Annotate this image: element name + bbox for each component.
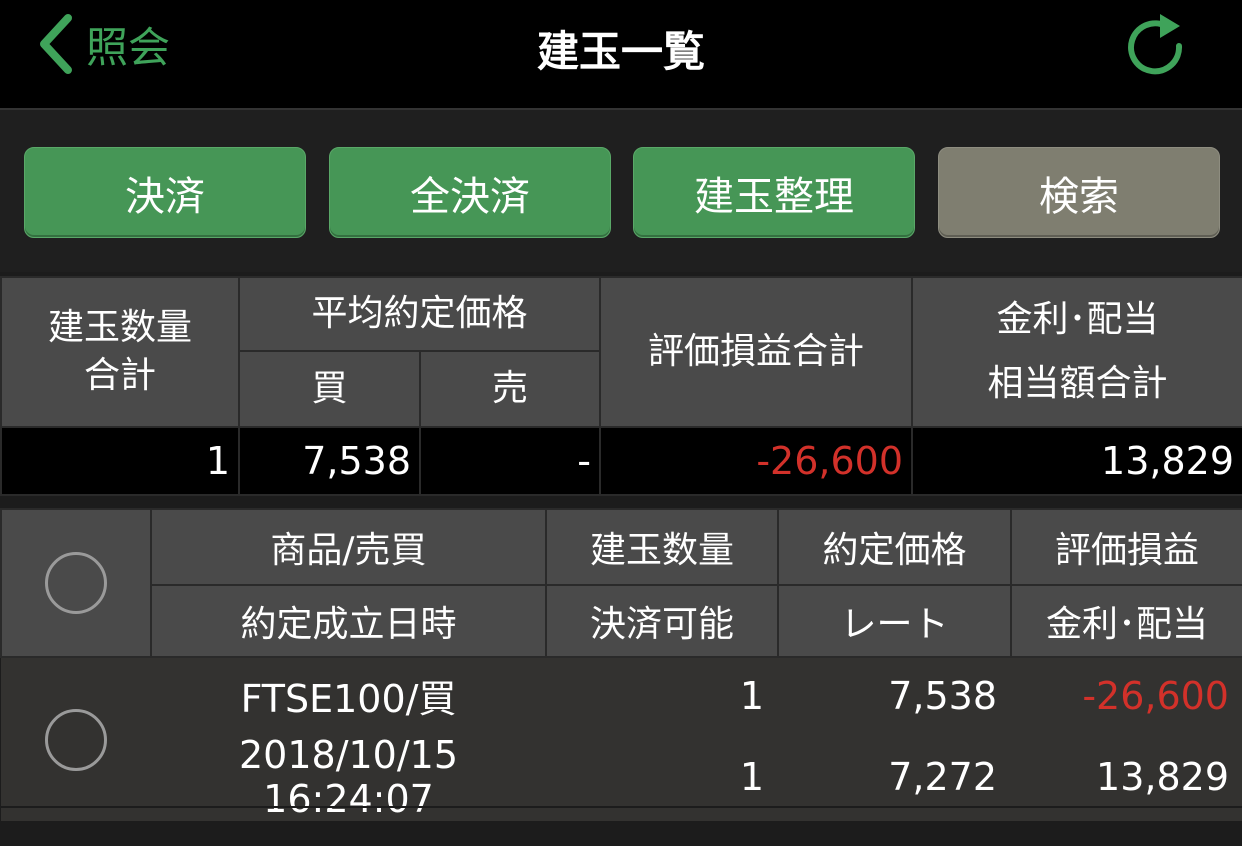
summary-buy-value: 7,538 [238, 426, 421, 496]
organize-positions-button[interactable]: 建玉整理 [633, 147, 915, 238]
summary-qty-value: 1 [0, 426, 240, 496]
summary-header-buy: 買 [238, 350, 421, 428]
row-divider [0, 806, 1242, 808]
navigation-bar: 照会 建玉一覧 [0, 0, 1242, 110]
settle-button[interactable]: 決済 [24, 147, 306, 238]
select-all-cell [0, 508, 152, 658]
row-radio-icon[interactable] [45, 708, 107, 771]
header-product: 商品/売買 [150, 508, 547, 586]
settle-all-button[interactable]: 全決済 [329, 147, 611, 238]
page-title: 建玉一覧 [536, 27, 705, 76]
action-toolbar: 決済 全決済 建玉整理 検索 [0, 110, 1242, 272]
summary-header-interest-line1: 金利･配当 [996, 299, 1159, 340]
summary-pl-value: -26,600 [599, 426, 914, 496]
refresh-icon[interactable] [1122, 10, 1188, 76]
summary-header-interest-line2: 相当額合計 [987, 363, 1168, 404]
header-rate: レート [777, 584, 1012, 658]
header-datetime: 約定成立日時 [150, 584, 547, 658]
summary-header-sell: 売 [418, 350, 602, 428]
summary-header-pl-total: 評価損益合計 [599, 276, 914, 428]
row-pl: -26,600 [1011, 657, 1242, 733]
header-settleable: 決済可能 [545, 584, 779, 658]
header-qty: 建玉数量 [545, 508, 779, 586]
summary-sell-value: - [418, 426, 602, 496]
table-row[interactable]: FTSE100/買 1 7,538 -26,600 [1, 657, 1242, 821]
row-price: 7,538 [778, 657, 1011, 733]
select-all-radio-icon[interactable] [45, 552, 107, 614]
header-pl: 評価損益 [1010, 508, 1242, 586]
summary-header-interest: 金利･配当 相当額合計 [911, 276, 1242, 428]
header-interest: 金利･配当 [1010, 584, 1242, 658]
summary-header-qty-line2: 合計 [83, 355, 156, 396]
positions-table: 商品/売買 建玉数量 約定価格 評価損益 約定成立日時 決済可能 レート 金利･… [0, 508, 1242, 821]
header-price: 約定価格 [777, 508, 1012, 586]
row-select-cell [1, 657, 151, 821]
summary-header-qty-total: 建玉数量 合計 [0, 276, 240, 428]
summary-interest-value: 13,829 [911, 426, 1242, 496]
summary-header-qty-line1: 建玉数量 [47, 307, 192, 348]
summary-table: 建玉数量 合計 平均約定価格 評価損益合計 金利･配当 相当額合計 買 売 1 … [0, 276, 1242, 496]
search-button[interactable]: 検索 [938, 147, 1220, 238]
row-product: FTSE100/買 [151, 657, 546, 733]
summary-header-avg-price: 平均約定価格 [237, 276, 602, 352]
row-qty: 1 [546, 657, 778, 733]
